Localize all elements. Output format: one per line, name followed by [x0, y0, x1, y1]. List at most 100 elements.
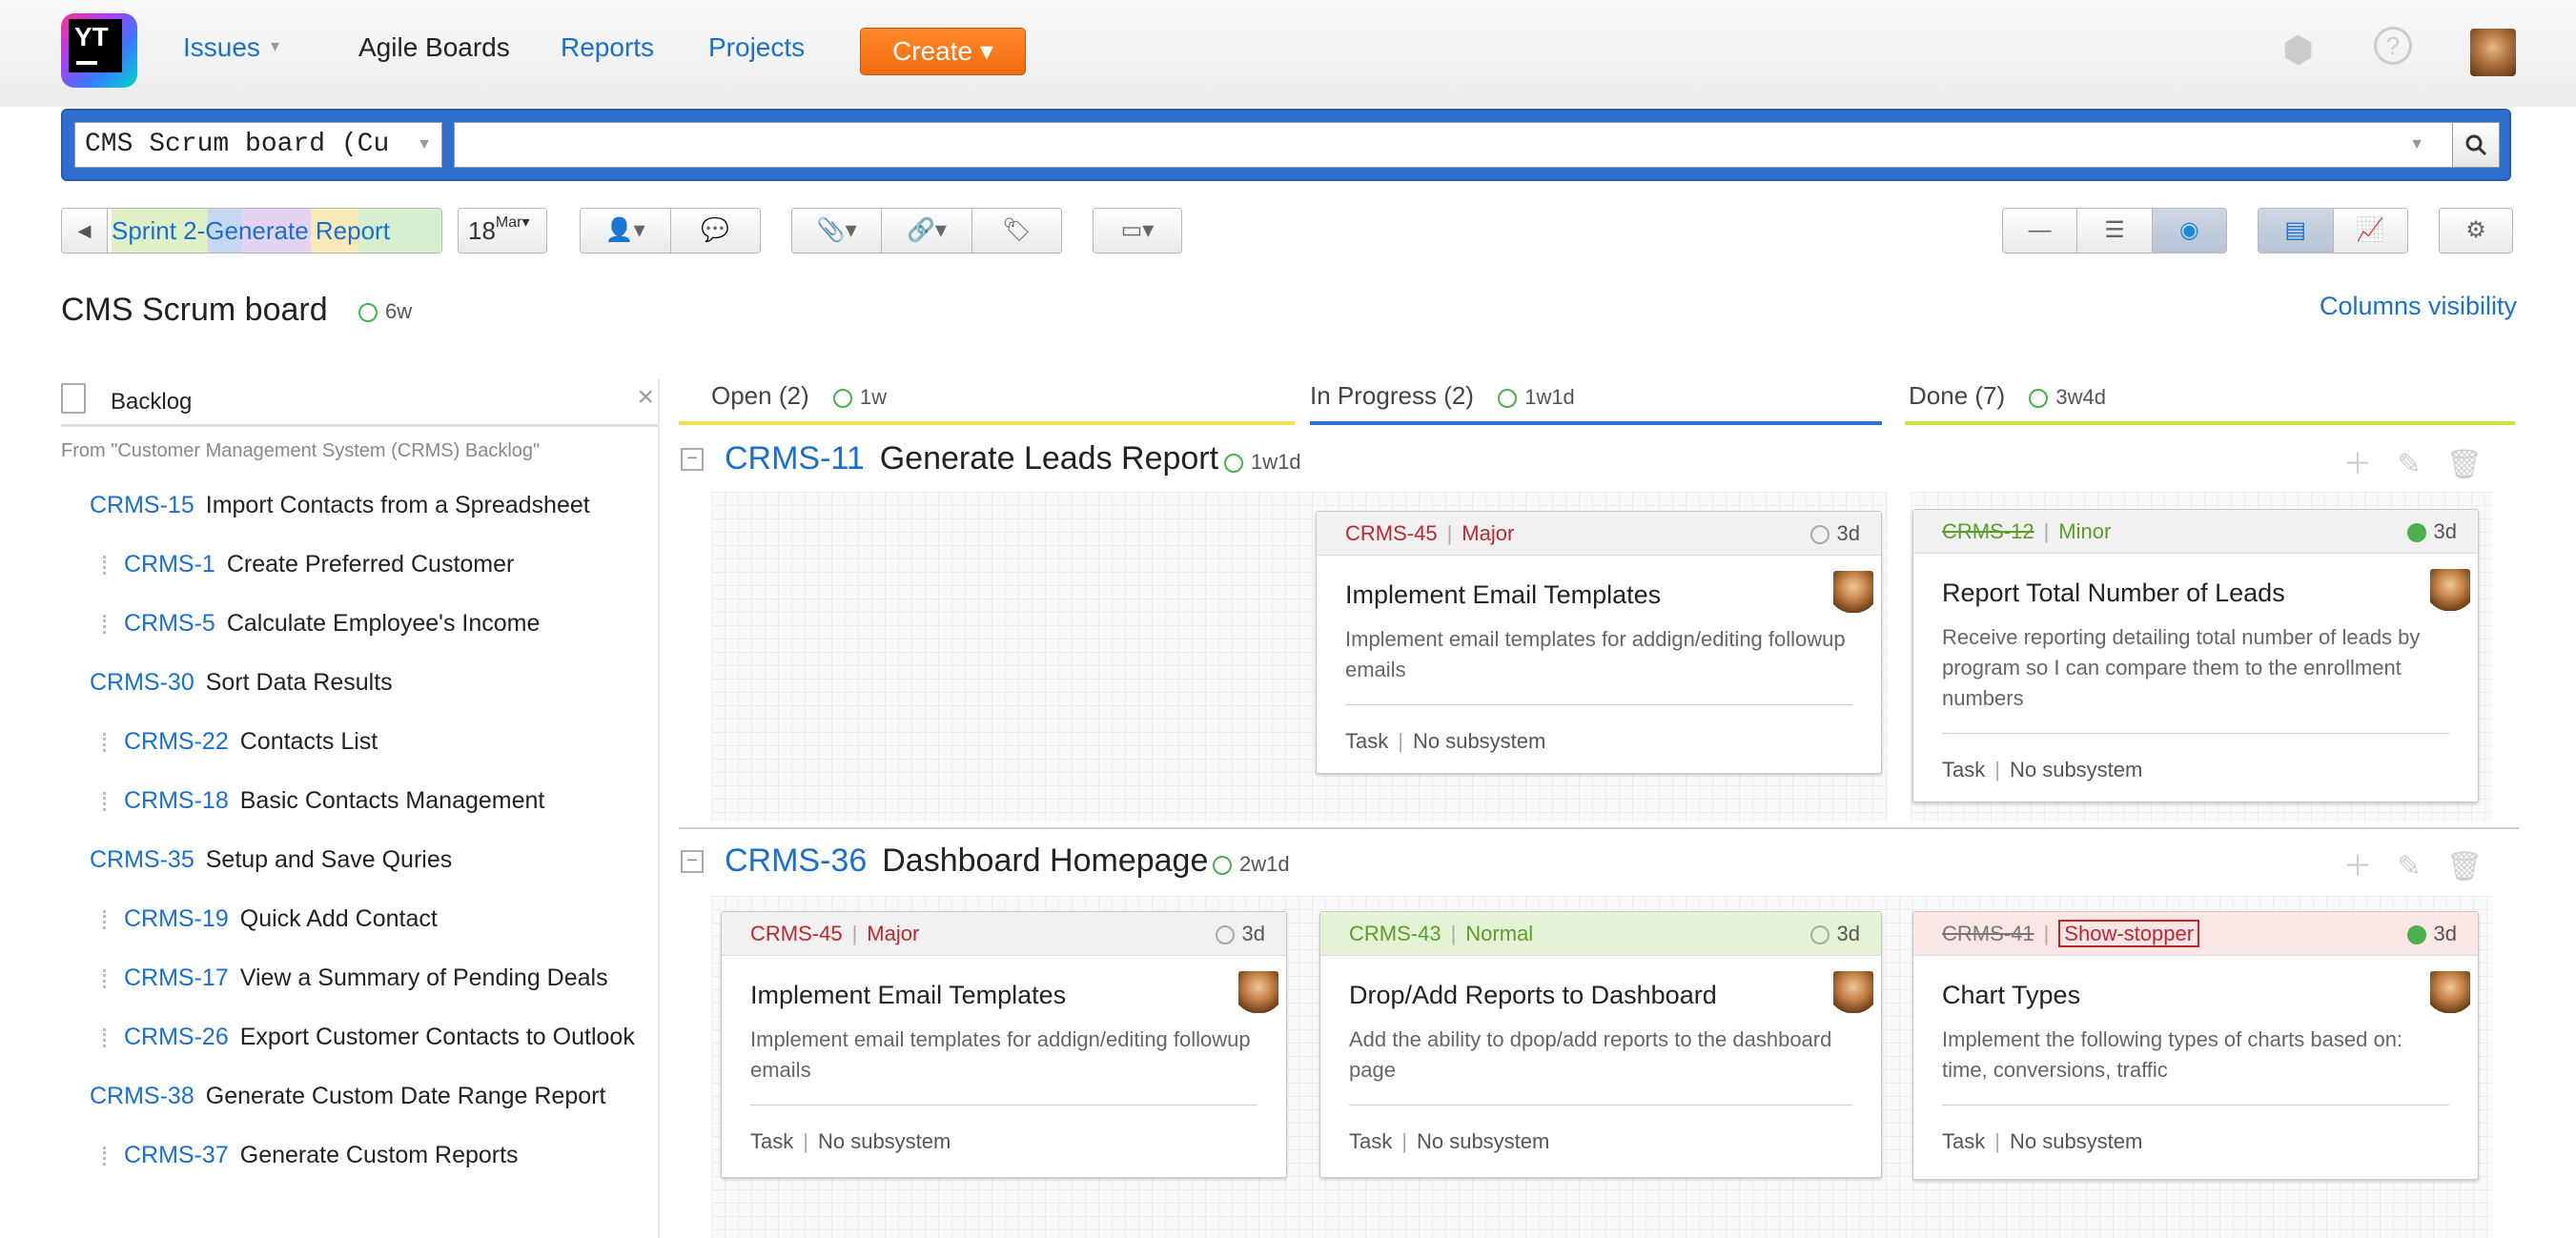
card-issue-id[interactable]: CRMS-45 — [1345, 521, 1438, 545]
issue-card[interactable]: CRMS-45 | Major 3d Implement Email Templates… — [1316, 511, 1882, 774]
collapse-swimlane-icon[interactable]: − — [681, 448, 704, 471]
add-icon[interactable]: ＋ — [2343, 449, 2372, 480]
card-priority[interactable]: Major — [867, 922, 919, 945]
collapse-swimlane-icon[interactable]: − — [681, 850, 704, 873]
card-type[interactable]: Task — [1345, 729, 1388, 753]
assignee-avatar[interactable] — [2430, 971, 2470, 1013]
backlog-item[interactable]: CRMS-15 Import Contacts from a Spreadshee… — [90, 492, 590, 519]
backlog-item[interactable]: CRMS-19 Quick Add Contact — [103, 905, 438, 933]
backlog-item-id[interactable]: CRMS-26 — [124, 1024, 229, 1050]
backlog-item[interactable]: CRMS-18 Basic Contacts Management — [103, 787, 544, 815]
backlog-item-id[interactable]: CRMS-19 — [124, 905, 229, 932]
issue-card[interactable]: CRMS-41 | Show-stopper 3d Chart Types Impleme… — [1912, 911, 2479, 1180]
backlog-item-id[interactable]: CRMS-35 — [90, 846, 194, 873]
drag-handle-icon[interactable] — [103, 733, 111, 753]
backlog-item-id[interactable]: CRMS-5 — [124, 610, 215, 637]
card-subsystem[interactable]: No subsystem — [2010, 1129, 2142, 1153]
card-type[interactable]: Task — [750, 1129, 793, 1153]
drag-handle-icon[interactable] — [103, 556, 111, 576]
assignee-icon[interactable]: 👤▾ — [581, 209, 670, 253]
drag-handle-icon[interactable] — [103, 1028, 111, 1048]
issue-card[interactable]: CRMS-43 | Normal 3d Drop/Add Reports to Dash… — [1319, 911, 1882, 1178]
add-icon[interactable]: ＋ — [2343, 851, 2372, 883]
search-query-input[interactable]: ▼ — [454, 122, 2454, 168]
columns-visibility-link[interactable]: Columns visibility — [2320, 292, 2517, 321]
edit-pencil-icon[interactable]: ✎ — [2397, 851, 2421, 883]
card-priority[interactable]: Show-stopper — [2058, 920, 2200, 947]
sprint-selector[interactable]: ◀ Sprint 2-Generate Report — [61, 208, 442, 254]
attachment-icon[interactable]: 📎▾ — [792, 209, 881, 253]
edit-pencil-icon[interactable]: ✎ — [2397, 449, 2421, 480]
create-button[interactable]: Create ▾ — [860, 28, 1026, 75]
drag-handle-icon[interactable] — [103, 615, 111, 635]
tag-icon[interactable]: 🏷 — [971, 209, 1061, 253]
issue-card[interactable]: CRMS-12 | Minor 3d Report Total Number of Le… — [1912, 509, 2479, 802]
nav-agile-boards[interactable]: Agile Boards — [358, 32, 510, 63]
card-title[interactable]: Implement Email Templates — [750, 981, 1066, 1010]
card-issue-id[interactable]: CRMS-41 — [1942, 922, 2034, 945]
backlog-item[interactable]: CRMS-26 Export Customer Contacts to Outlo… — [103, 1024, 635, 1051]
swimlane-title[interactable]: CRMS-11 Generate Leads Report — [725, 440, 1218, 477]
card-size-small-icon[interactable]: — — [2003, 209, 2076, 253]
nav-reports[interactable]: Reports — [561, 32, 654, 63]
card-subsystem[interactable]: No subsystem — [1417, 1129, 1549, 1153]
card-priority[interactable]: Normal — [1465, 922, 1533, 945]
card-title[interactable]: Report Total Number of Leads — [1942, 578, 2285, 608]
card-issue-id[interactable]: CRMS-45 — [750, 922, 843, 945]
backlog-item[interactable]: CRMS-17 View a Summary of Pending Deals — [103, 964, 608, 992]
drag-handle-icon[interactable] — [103, 1147, 111, 1167]
drag-handle-icon[interactable] — [103, 969, 111, 989]
comment-icon[interactable]: 💬 — [669, 209, 761, 253]
drag-handle-icon[interactable] — [103, 910, 111, 930]
card-priority[interactable]: Major — [1462, 521, 1514, 545]
sprint-date-button[interactable]: 18Mar▾ — [458, 208, 547, 254]
backlog-item-id[interactable]: CRMS-1 — [124, 551, 215, 578]
board-selector[interactable]: CMS Scrum board (Cu ▼ — [74, 122, 442, 168]
swimlane-id[interactable]: CRMS-11 — [725, 440, 865, 477]
delete-trash-icon[interactable]: 🗑 — [2446, 851, 2483, 883]
backlog-item[interactable]: CRMS-22 Contacts List — [103, 728, 378, 756]
backlog-item-id[interactable]: CRMS-17 — [124, 964, 229, 991]
backlog-item[interactable]: CRMS-1 Create Preferred Customer — [103, 551, 514, 578]
card-priority[interactable]: Minor — [2058, 519, 2111, 543]
backlog-item[interactable]: CRMS-5 Calculate Employee's Income — [103, 610, 540, 638]
issue-card[interactable]: CRMS-45 | Major 3d Implement Email Templates… — [721, 911, 1287, 1178]
card-subsystem[interactable]: No subsystem — [1413, 729, 1545, 753]
assignee-avatar[interactable] — [2430, 569, 2470, 611]
swimlane-title[interactable]: CRMS-36 Dashboard Homepage — [725, 842, 1208, 880]
card-title[interactable]: Implement Email Templates — [1345, 580, 1661, 610]
backlog-item[interactable]: CRMS-30 Sort Data Results — [90, 669, 393, 697]
youtrack-logo[interactable]: YT — [61, 13, 137, 88]
backlog-item[interactable]: CRMS-37 Generate Custom Reports — [103, 1142, 519, 1169]
issues-dropdown-icon[interactable]: ▾ — [271, 36, 279, 56]
assignee-avatar[interactable] — [1833, 971, 1873, 1013]
backlog-item-id[interactable]: CRMS-30 — [90, 669, 194, 696]
card-issue-id[interactable]: CRMS-12 — [1942, 519, 2034, 543]
settings-gear-icon[interactable]: ⬢ — [2282, 29, 2314, 71]
previous-sprint-icon[interactable]: ◀ — [62, 209, 108, 253]
close-icon[interactable]: × — [637, 381, 654, 414]
card-title[interactable]: Drop/Add Reports to Dashboard — [1349, 981, 1717, 1010]
link-icon[interactable]: 🔗▾ — [881, 209, 971, 253]
assignee-avatar[interactable] — [1833, 571, 1873, 613]
card-title[interactable]: Chart Types — [1942, 981, 2080, 1010]
nav-projects[interactable]: Projects — [708, 32, 805, 63]
backlog-item-id[interactable]: CRMS-22 — [124, 728, 229, 755]
board-settings-gear-icon[interactable]: ⚙ — [2439, 208, 2513, 254]
user-avatar[interactable] — [2470, 29, 2516, 76]
card-subsystem[interactable]: No subsystem — [2010, 758, 2142, 781]
backlog-item[interactable]: CRMS-38 Generate Custom Date Range Report — [90, 1083, 605, 1110]
backlog-item-id[interactable]: CRMS-37 — [124, 1142, 229, 1168]
backlog-item-id[interactable]: CRMS-15 — [90, 492, 194, 518]
command-window-icon[interactable]: ▭▾ — [1093, 208, 1182, 254]
help-icon[interactable]: ? — [2374, 27, 2412, 65]
drag-handle-icon[interactable] — [103, 792, 111, 812]
card-subsystem[interactable]: No subsystem — [818, 1129, 951, 1153]
assignee-avatar[interactable] — [1238, 971, 1278, 1013]
column-in-progress-header[interactable]: In Progress (2) 1w1d — [1310, 381, 1575, 411]
card-issue-id[interactable]: CRMS-43 — [1349, 922, 1441, 945]
backlog-item[interactable]: CRMS-35 Setup and Save Quries — [90, 846, 452, 874]
card-type[interactable]: Task — [1349, 1129, 1392, 1153]
card-type[interactable]: Task — [1942, 758, 1985, 781]
chart-view-icon[interactable]: 📈 — [2332, 209, 2408, 253]
